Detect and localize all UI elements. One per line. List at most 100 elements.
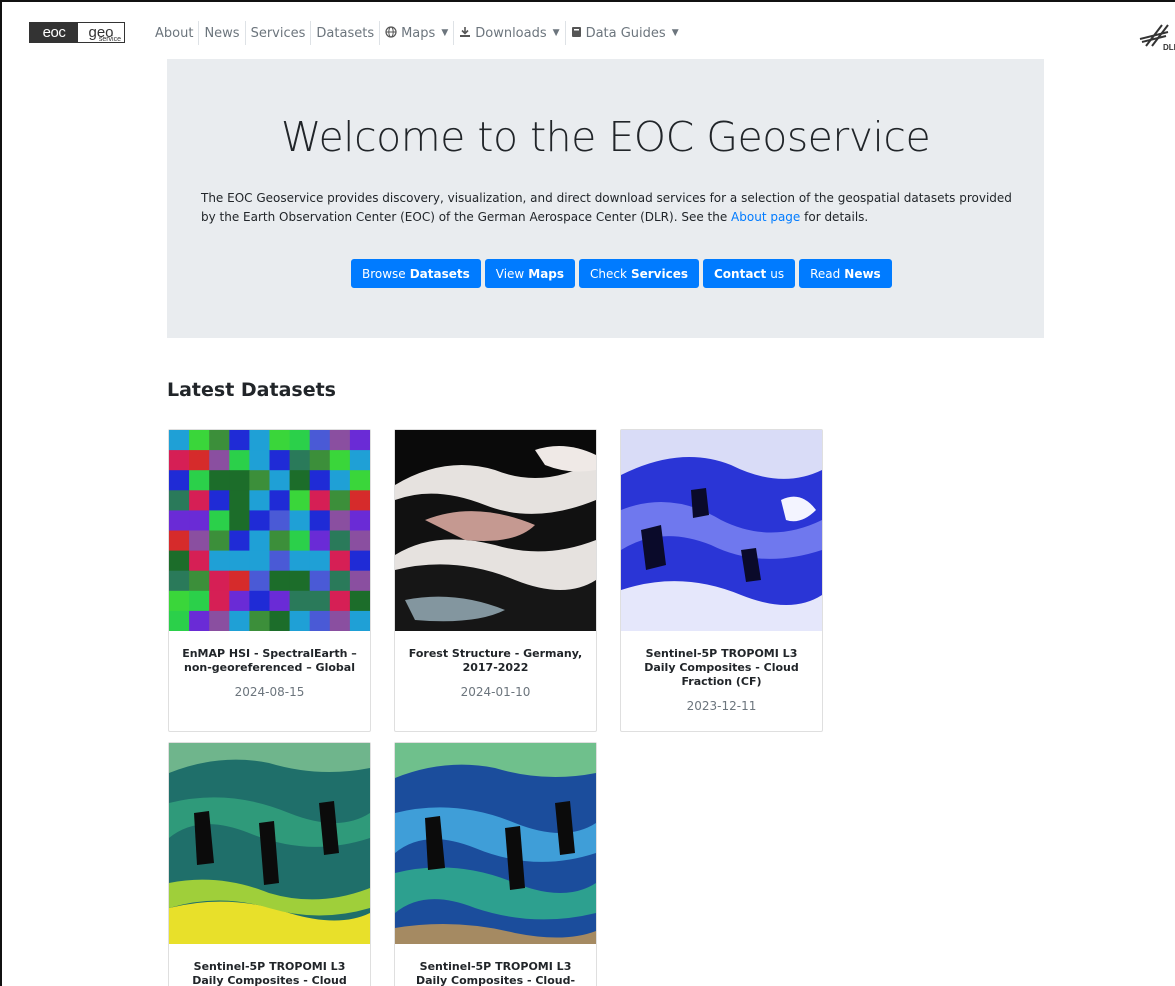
dataset-thumbnail-enmap[interactable] <box>169 430 370 631</box>
dataset-card-title[interactable]: EnMAP HSI - SpectralEarth – non-georefer… <box>169 647 370 675</box>
hero-text-before: The EOC Geoservice provides discovery, v… <box>201 191 1012 224</box>
mosaic-tile <box>349 590 370 612</box>
mosaic-tile <box>329 490 351 511</box>
nav-about-label: About <box>155 25 194 41</box>
mosaic-tile <box>249 530 270 552</box>
mosaic-tile <box>329 510 351 531</box>
mosaic-tile <box>309 490 331 511</box>
read-news-button[interactable]: Read News <box>799 259 892 288</box>
nav-news[interactable]: News <box>199 21 246 45</box>
mosaic-tile <box>349 470 370 491</box>
dataset-thumbnail-cloud-composite-2[interactable] <box>395 743 596 944</box>
mosaic-tile <box>309 510 331 531</box>
mosaic-tile <box>169 550 190 572</box>
nav-about[interactable]: About <box>150 21 200 45</box>
mosaic-tile <box>209 550 230 572</box>
mosaic-tile <box>249 490 270 511</box>
mosaic-tile <box>269 430 291 451</box>
about-page-link[interactable]: About page <box>731 210 800 224</box>
dataset-thumbnail-cloud-fraction[interactable] <box>621 430 822 631</box>
mosaic-tile <box>229 550 250 572</box>
dataset-card-date: 2024-01-10 <box>460 685 531 699</box>
nav-maps-label: Maps <box>401 25 436 41</box>
mosaic-tile <box>289 470 311 491</box>
brand-logo-service-text: service <box>98 36 121 43</box>
hero-jumbotron: Welcome to the EOC Geoservice The EOC Ge… <box>167 59 1044 338</box>
mosaic-tile <box>329 450 351 471</box>
mosaic-tile <box>329 530 351 552</box>
browse-datasets-button-bold: Datasets <box>409 266 470 281</box>
contact-us-button[interactable]: Contact us <box>702 259 796 288</box>
dataset-card-title[interactable]: Forest Structure - Germany, 2017-2022 <box>395 647 596 675</box>
browse-datasets-button[interactable]: Browse Datasets <box>351 259 481 288</box>
mosaic-tile <box>269 470 291 491</box>
dataset-card[interactable]: Sentinel-5P TROPOMI L3 Daily Composites … <box>620 429 823 732</box>
download-icon <box>459 26 471 41</box>
mosaic-tile <box>309 610 331 631</box>
mosaic-tile <box>349 530 370 552</box>
mosaic-tile <box>169 490 190 511</box>
mosaic-tile <box>189 430 210 451</box>
contact-us-button-bold: Contact <box>713 266 767 281</box>
dlr-logo-text: DLR <box>1163 43 1175 52</box>
mosaic-tile <box>229 570 250 592</box>
mosaic-tile <box>329 590 351 612</box>
mosaic-tile <box>289 450 311 471</box>
view-maps-button[interactable]: View Maps <box>484 259 576 288</box>
nav-services[interactable]: Services <box>246 21 312 45</box>
dataset-card[interactable]: Sentinel-5P TROPOMI L3 Daily Composites … <box>394 742 597 986</box>
mosaic-tile <box>249 550 270 572</box>
nav-datasets[interactable]: Datasets <box>311 21 381 45</box>
mosaic-tile <box>189 470 210 491</box>
dataset-card-title[interactable]: Sentinel-5P TROPOMI L3 Daily Composites … <box>169 960 370 986</box>
mosaic-tile <box>229 470 250 491</box>
check-services-button-bold: Services <box>630 266 688 281</box>
read-news-button-bold: News <box>844 266 881 281</box>
mosaic-tile <box>269 550 291 572</box>
mosaic-tile <box>229 590 250 612</box>
mosaic-tile <box>189 570 210 592</box>
nav-data-guides-dropdown[interactable]: Data Guides ▼ <box>566 21 684 45</box>
check-services-button[interactable]: Check Services <box>579 259 699 288</box>
brand-logo[interactable]: eoc geo service <box>29 22 125 43</box>
check-services-button-pre: Check <box>590 266 627 281</box>
mosaic-tile <box>209 570 230 592</box>
view-maps-button-pre: View <box>495 266 525 281</box>
nav-datasets-label: Datasets <box>316 25 375 41</box>
mosaic-tile <box>209 430 230 451</box>
dlr-logo[interactable]: DLR <box>1138 22 1175 52</box>
dataset-card[interactable]: Sentinel-5P TROPOMI L3 Daily Composites … <box>168 742 371 986</box>
brand-logo-eoc: eoc <box>30 23 78 42</box>
mosaic-tile <box>309 550 331 572</box>
mosaic-tile <box>189 490 210 511</box>
navbar: eoc geo service About News Services Data… <box>2 2 1175 60</box>
nav-downloads-dropdown[interactable]: Downloads ▼ <box>454 21 566 45</box>
mosaic-tile <box>269 570 291 592</box>
mosaic-tile <box>189 450 210 471</box>
hero-title: Welcome to the EOC Geoservice <box>280 113 931 161</box>
chevron-down-icon: ▼ <box>552 28 560 38</box>
contact-us-button-post: us <box>770 266 785 281</box>
dataset-card[interactable]: EnMAP HSI - SpectralEarth – non-georefer… <box>168 429 371 732</box>
brand-logo-geo: geo service <box>78 23 124 43</box>
mosaic-tile <box>289 430 311 451</box>
mosaic-tile <box>269 450 291 471</box>
dataset-thumbnail-cloud-composite-1[interactable] <box>169 743 370 944</box>
nav-maps-dropdown[interactable]: Maps ▼ <box>380 21 455 45</box>
mosaic-tile <box>329 610 351 631</box>
dataset-card-title[interactable]: Sentinel-5P TROPOMI L3 Daily Composites … <box>621 647 822 689</box>
dataset-thumbnail-forest[interactable] <box>395 430 596 631</box>
mosaic-tile <box>289 610 311 631</box>
mosaic-tile <box>349 550 370 572</box>
mosaic-tile <box>189 550 210 572</box>
dataset-card[interactable]: Forest Structure - Germany, 2017-2022 20… <box>394 429 597 732</box>
mosaic-tile <box>189 610 210 631</box>
mosaic-tile <box>289 550 311 572</box>
mosaic-tile <box>169 510 190 531</box>
mosaic-tile <box>209 530 230 552</box>
dataset-card-title[interactable]: Sentinel-5P TROPOMI L3 Daily Composites … <box>395 960 596 986</box>
dataset-card-date: 2023-12-11 <box>686 699 757 713</box>
mosaic-tile <box>269 610 291 631</box>
mosaic-tile <box>269 590 291 612</box>
mosaic-tile <box>349 510 370 531</box>
